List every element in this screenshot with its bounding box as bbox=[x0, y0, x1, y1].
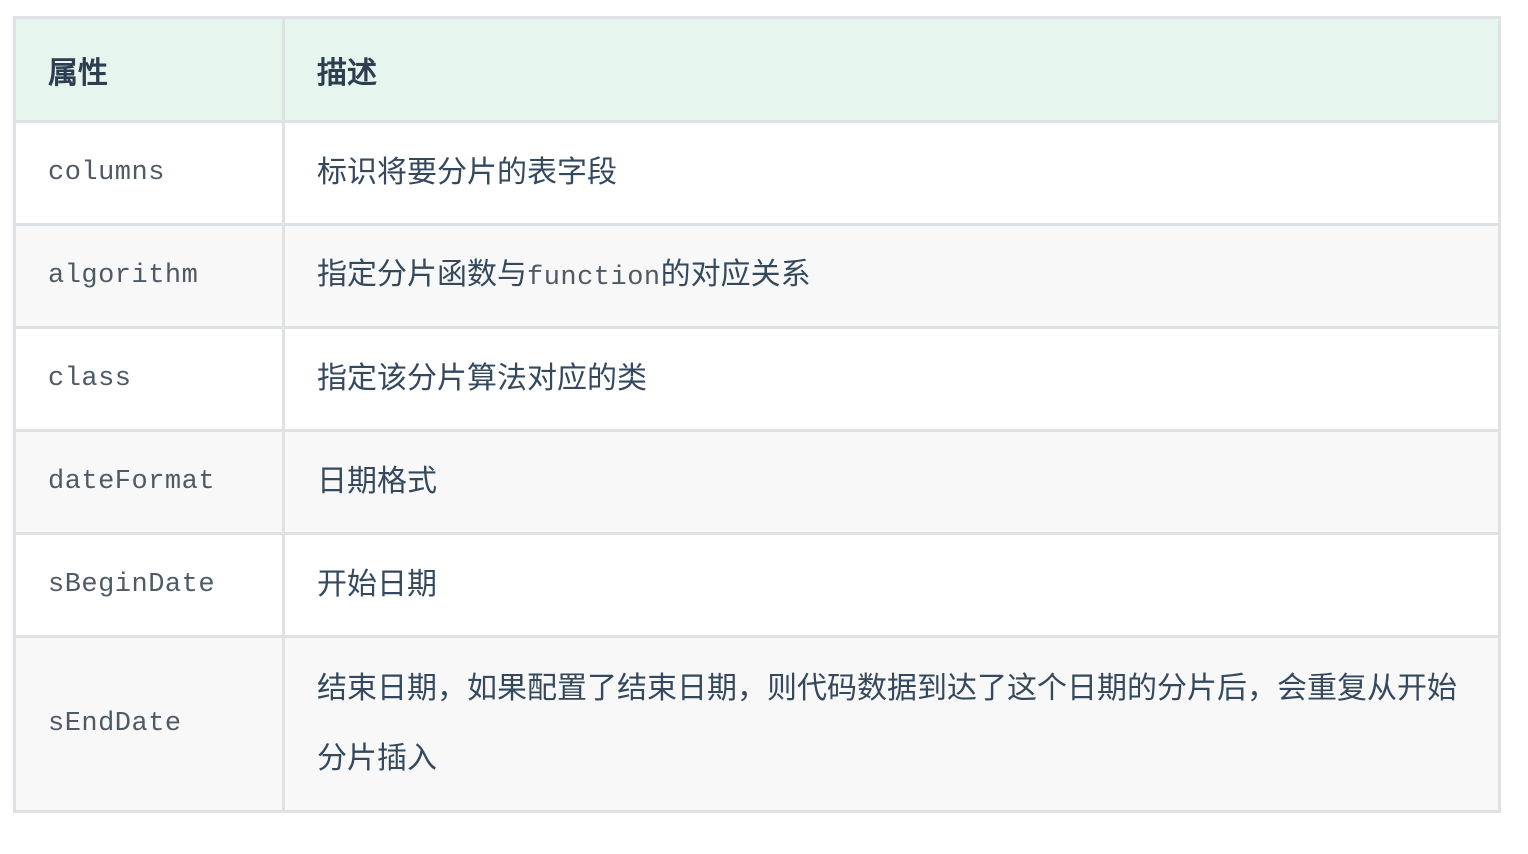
attribute-description: 结束日期，如果配置了结束日期，则代码数据到达了这个日期的分片后，会重复从开始分片… bbox=[282, 635, 1501, 813]
attribute-description: 开始日期 bbox=[282, 532, 1501, 638]
attribute-description: 标识将要分片的表字段 bbox=[282, 120, 1501, 226]
attribute-name: sEndDate bbox=[13, 635, 285, 813]
attribute-table: 属性 描述 columns 标识将要分片的表字段 algorithm 指定分片函… bbox=[13, 16, 1501, 813]
description-text: 日期格式 bbox=[317, 464, 437, 499]
table-row: dateFormat 日期格式 bbox=[13, 429, 1501, 535]
attribute-description: 日期格式 bbox=[282, 429, 1501, 535]
attribute-name: class bbox=[13, 326, 285, 432]
table-row: columns 标识将要分片的表字段 bbox=[13, 120, 1501, 226]
attribute-description: 指定该分片算法对应的类 bbox=[282, 326, 1501, 432]
description-text: 指定分片函数与 bbox=[317, 256, 527, 292]
attribute-description: 指定分片函数与function的对应关系 bbox=[282, 223, 1501, 329]
description-text: 结束日期，如果配置了结束日期，则代码数据到达了这个日期的分片后，会重复从开始分片… bbox=[317, 671, 1457, 776]
attribute-name: algorithm bbox=[13, 223, 285, 329]
header-description: 描述 bbox=[282, 16, 1501, 123]
description-text: 的对应关系 bbox=[660, 256, 811, 292]
document-body: 属性 描述 columns 标识将要分片的表字段 algorithm 指定分片函… bbox=[13, 16, 1501, 813]
attribute-name: columns bbox=[13, 120, 285, 226]
attribute-name: dateFormat bbox=[13, 429, 285, 535]
description-text: 指定该分片算法对应的类 bbox=[317, 361, 647, 396]
table-row: sBeginDate 开始日期 bbox=[13, 532, 1501, 638]
table-row: sEndDate 结束日期，如果配置了结束日期，则代码数据到达了这个日期的分片后… bbox=[13, 635, 1501, 813]
description-text: 标识将要分片的表字段 bbox=[317, 155, 617, 190]
header-row: 属性 描述 bbox=[13, 16, 1501, 123]
description-text: 开始日期 bbox=[317, 567, 437, 602]
table-body: columns 标识将要分片的表字段 algorithm 指定分片函数与func… bbox=[13, 120, 1501, 813]
table-row: algorithm 指定分片函数与function的对应关系 bbox=[13, 223, 1501, 329]
header-attribute: 属性 bbox=[13, 16, 285, 123]
attribute-name: sBeginDate bbox=[13, 532, 285, 638]
inline-code: function bbox=[527, 262, 661, 293]
table-header: 属性 描述 bbox=[13, 16, 1501, 123]
table-row: class 指定该分片算法对应的类 bbox=[13, 326, 1501, 432]
